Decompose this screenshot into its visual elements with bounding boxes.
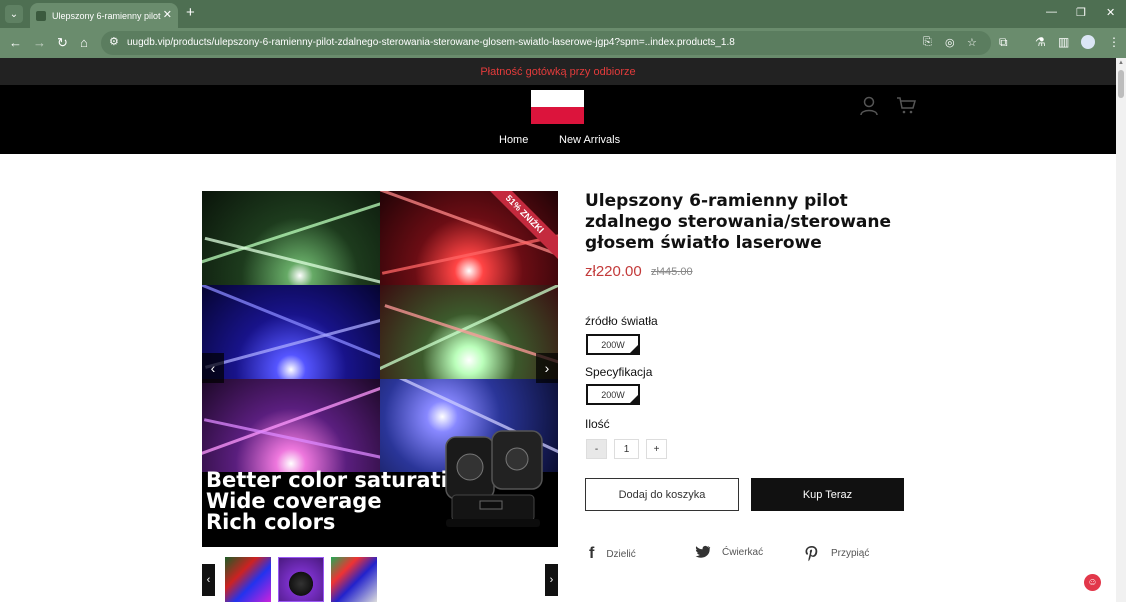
browser-tab[interactable]: Ulepszony 6-ramienny pilot zda ✕	[30, 3, 178, 28]
close-window-icon[interactable]: ✕	[1106, 6, 1115, 19]
reload-icon[interactable]: ↻	[57, 35, 68, 51]
minimize-icon[interactable]: —	[1046, 6, 1057, 18]
translate-icon[interactable]: ⎘	[923, 36, 932, 49]
home-icon[interactable]: ⌂	[80, 35, 88, 50]
gallery-next-arrow[interactable]: ›	[536, 353, 558, 383]
share-twitter[interactable]: Ćwierkać	[695, 545, 763, 559]
product-main-image[interactable]: Better color saturation Wide coverage Ri…	[202, 191, 558, 547]
browser-toolbar: ← → ↻ ⌂ ⚙ uugdb.vip/products/ulepszony-6…	[0, 28, 1126, 58]
share-pinterest[interactable]: Przypiąć	[804, 545, 869, 562]
page-scrollbar[interactable]: ▲	[1116, 58, 1126, 602]
favicon-icon	[36, 10, 46, 21]
option-value: 200W	[601, 339, 625, 350]
floating-helper-icon[interactable]: ☺	[1084, 574, 1101, 591]
facebook-icon: f	[589, 545, 595, 562]
quantity-increase-button[interactable]: +	[646, 439, 667, 459]
add-to-cart-button[interactable]: Dodaj do koszyka	[585, 478, 739, 511]
menu-kebab-icon[interactable]: ⋮	[1108, 35, 1120, 49]
thumbnail-2[interactable]	[278, 557, 324, 602]
discount-ribbon	[490, 191, 558, 259]
product-title: Ulepszony 6-ramienny pilot zdalnego ster…	[585, 191, 892, 253]
site-header: Home New Arrivals	[0, 85, 1116, 154]
thumbnail-1[interactable]	[225, 557, 271, 602]
image-cell-green-red	[380, 285, 558, 379]
lab-icon[interactable]: ⚗	[1035, 35, 1046, 49]
restore-icon[interactable]: ❐	[1076, 6, 1086, 19]
thumbnails-next-arrow[interactable]: ›	[545, 564, 558, 596]
sale-price: zł220.00	[585, 263, 642, 280]
eye-off-icon[interactable]: ◎	[945, 36, 955, 49]
twitter-bird-icon	[695, 545, 711, 558]
tab-search-icon[interactable]: ⌄	[5, 5, 23, 23]
forward-icon[interactable]: →	[33, 35, 46, 50]
announcement-bar: Płatność gotówką przy odbiorze	[0, 58, 1116, 85]
new-tab-icon[interactable]: +	[186, 4, 195, 21]
bookmark-star-icon[interactable]: ☆	[967, 36, 977, 49]
browser-tab-bar: ⌄ Ulepszony 6-ramienny pilot zda ✕ + — ❐…	[0, 0, 1126, 28]
option-light-source-200w[interactable]: 200W	[586, 334, 640, 355]
share-twitter-label: Ćwierkać	[722, 546, 764, 558]
address-bar[interactable]: ⚙ uugdb.vip/products/ulepszony-6-ramienn…	[101, 31, 991, 55]
original-price: zł445.00	[651, 266, 693, 278]
tab-title: Ulepszony 6-ramienny pilot zda	[52, 10, 162, 21]
selected-check-icon	[630, 395, 638, 403]
site-info-icon[interactable]: ⚙	[109, 35, 119, 48]
profile-avatar[interactable]	[1081, 35, 1095, 49]
thumbnails-prev-arrow[interactable]: ‹	[202, 564, 215, 596]
laser-device-image	[445, 430, 543, 527]
option-spec-label: Specyfikacja	[585, 365, 653, 379]
option-spec-200w[interactable]: 200W	[586, 384, 640, 405]
url-text: uugdb.vip/products/ulepszony-6-ramienny-…	[127, 37, 735, 48]
buy-now-button[interactable]: Kup Teraz	[751, 478, 904, 511]
share-pinterest-label: Przypiąć	[831, 548, 870, 559]
logo-flag[interactable]	[531, 90, 584, 124]
cart-icon[interactable]	[896, 96, 916, 114]
quantity-input[interactable]: 1	[614, 439, 639, 459]
quantity-label: Ilość	[585, 417, 610, 431]
nav-home-link[interactable]: Home	[499, 134, 528, 146]
selected-check-icon	[630, 345, 638, 353]
announcement-text: Płatność gotówką przy odbiorze	[480, 65, 636, 78]
user-account-icon[interactable]	[860, 96, 878, 116]
pinterest-icon	[805, 546, 818, 562]
back-icon[interactable]: ←	[9, 35, 22, 50]
nav-new-arrivals-link[interactable]: New Arrivals	[559, 134, 620, 146]
quantity-decrease-button[interactable]: -	[586, 439, 607, 459]
thumbnail-3[interactable]	[331, 557, 377, 602]
caption-line-3: Rich colors	[206, 510, 336, 534]
share-facebook[interactable]: f Dzielić	[589, 545, 636, 563]
option-value: 200W	[601, 389, 625, 400]
extensions-icon[interactable]: ⧉	[999, 35, 1008, 50]
scroll-up-icon[interactable]: ▲	[1118, 60, 1124, 66]
image-cell-blue	[202, 285, 380, 379]
image-cell-purple	[202, 379, 380, 473]
image-cell-green	[202, 191, 380, 285]
tab-close-icon[interactable]: ✕	[163, 8, 172, 21]
scrollbar-thumb[interactable]	[1118, 70, 1124, 98]
gallery-prev-arrow[interactable]: ‹	[202, 353, 224, 383]
side-panel-icon[interactable]: ▥	[1058, 35, 1069, 49]
option-light-source-label: źródło światła	[585, 314, 658, 328]
share-facebook-label: Dzielić	[606, 548, 636, 560]
